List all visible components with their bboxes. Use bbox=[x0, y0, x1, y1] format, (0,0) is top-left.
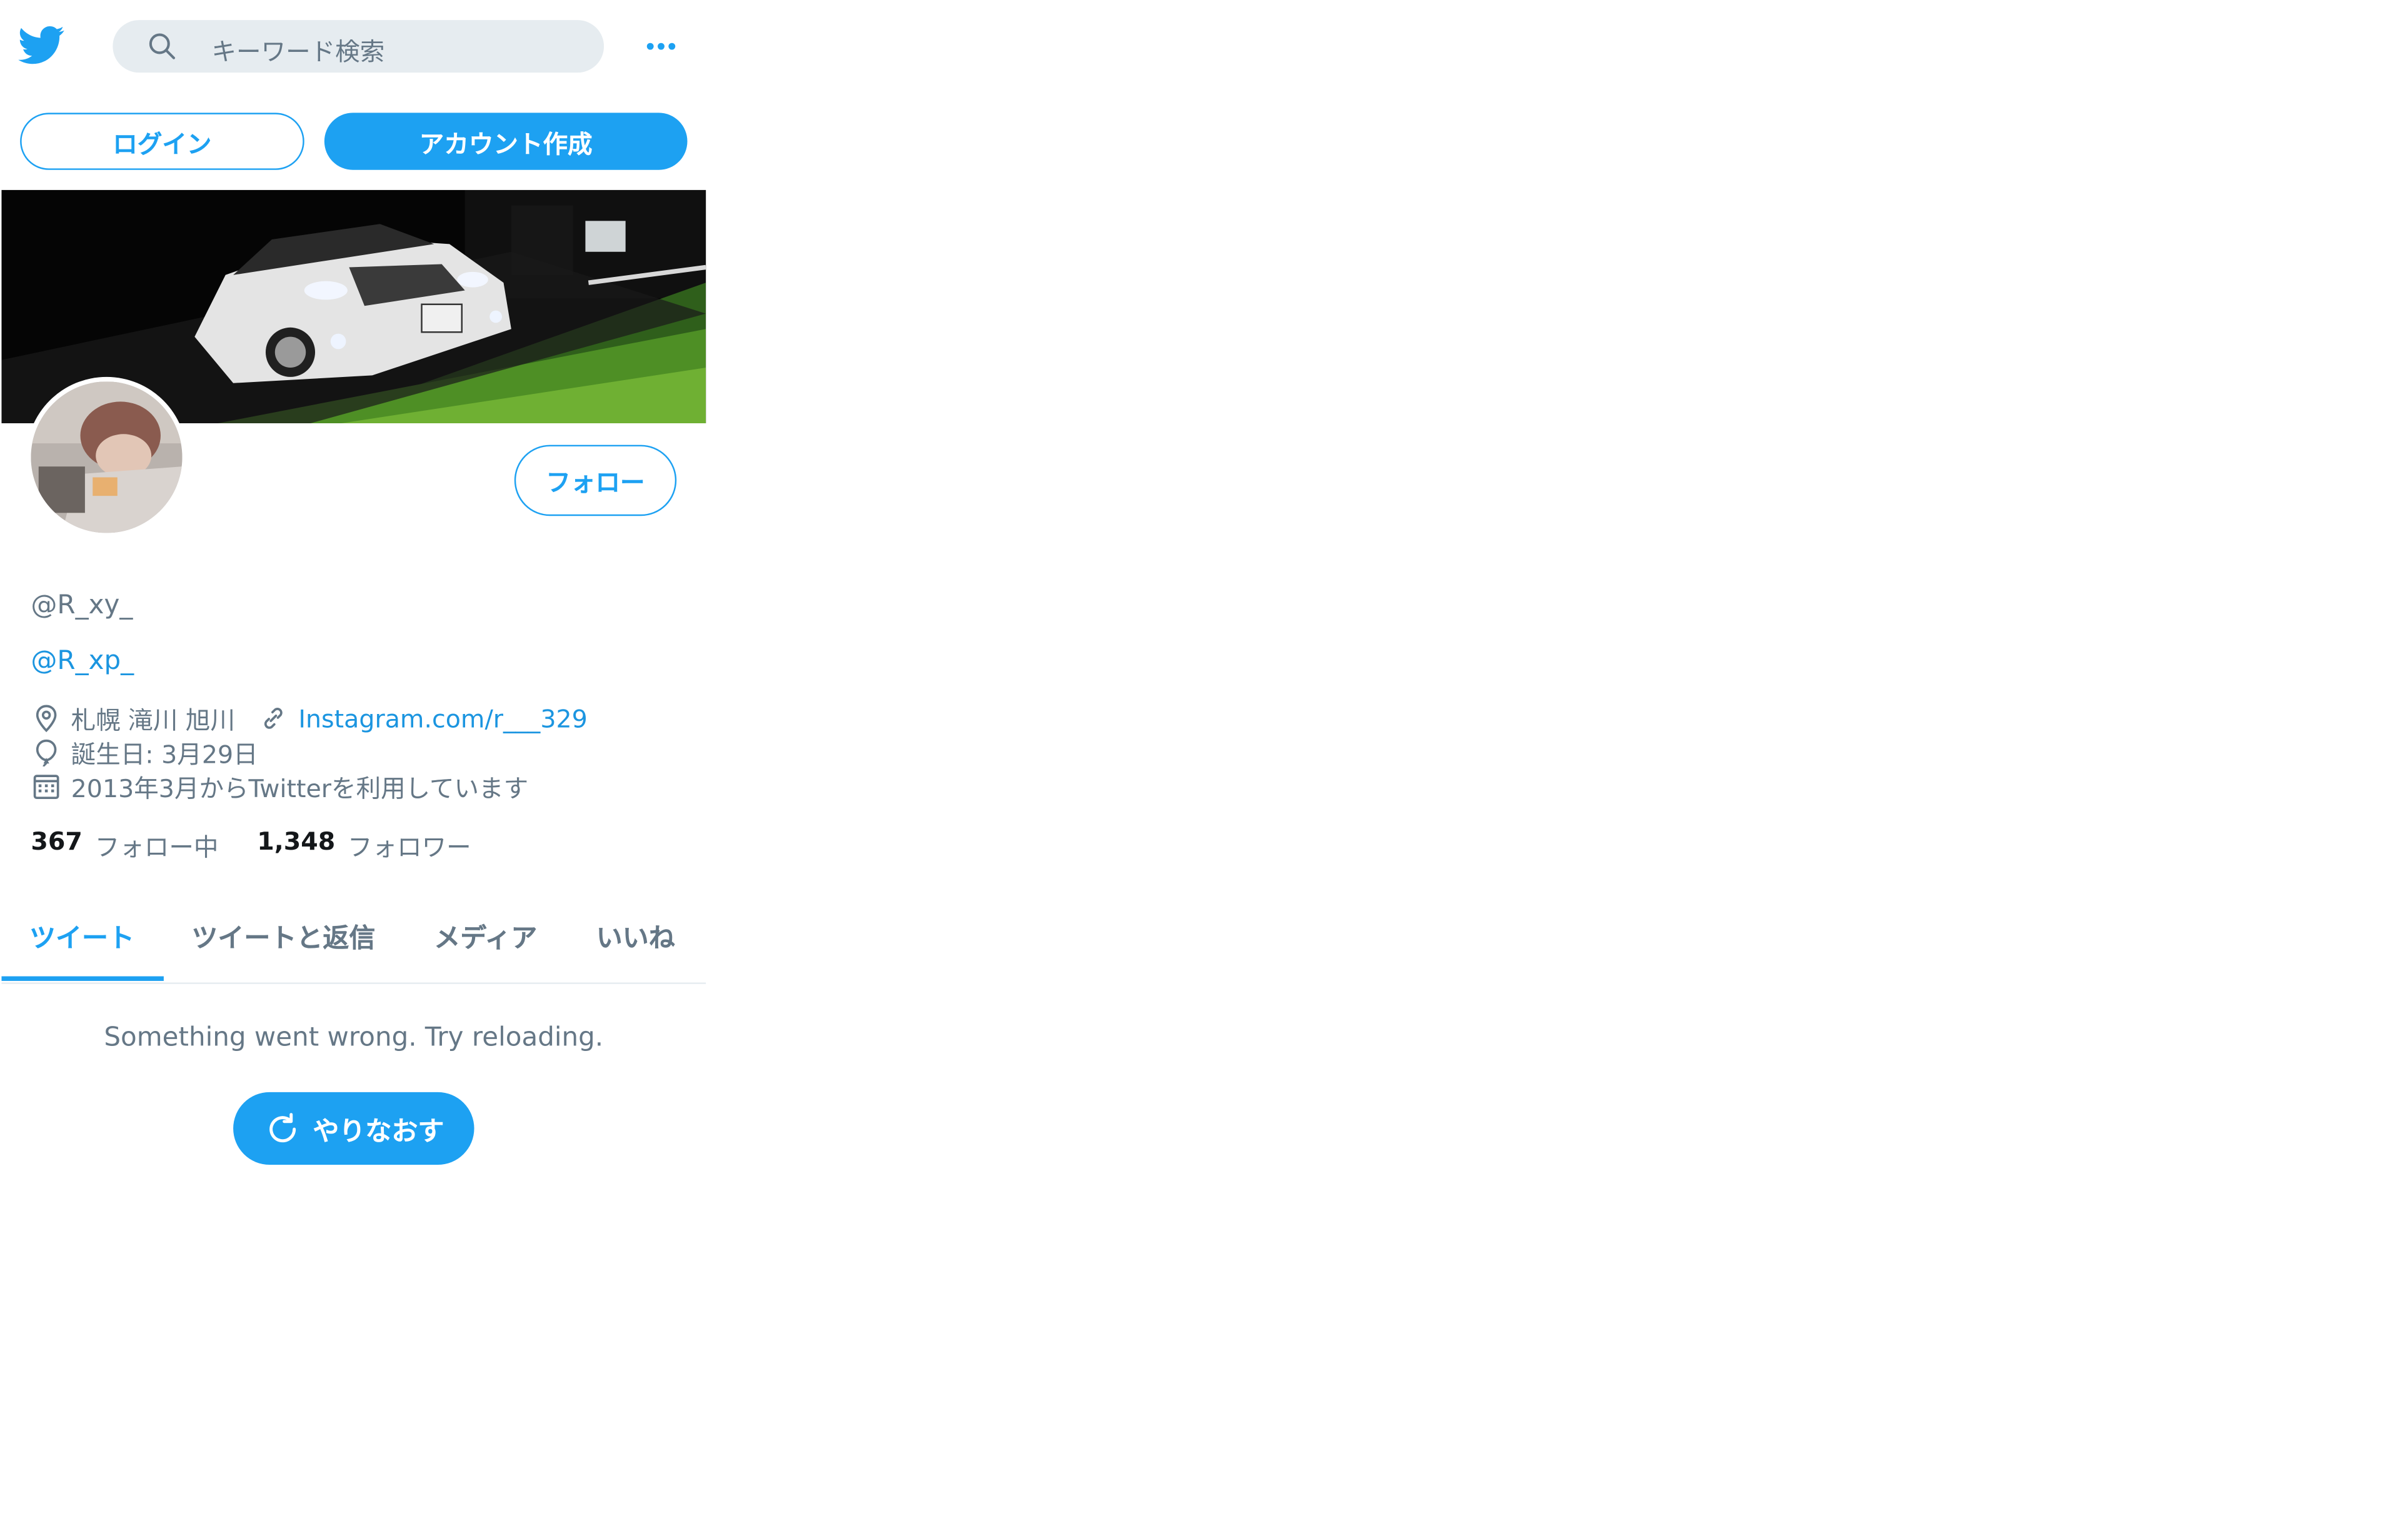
following-count: 367 bbox=[31, 826, 83, 856]
following-label: フォロー中 bbox=[94, 832, 219, 862]
tab-tweets[interactable]: ツイート bbox=[29, 916, 134, 955]
followers-count: 1,348 bbox=[257, 826, 336, 856]
bio-mention-link[interactable]: @R_xp_ bbox=[31, 646, 134, 676]
follow-stats: 367 フォロー中 1,348 フォロワー bbox=[31, 827, 509, 863]
tab-likes[interactable]: いいね bbox=[596, 916, 675, 955]
following-stat[interactable]: 367 フォロー中 bbox=[31, 827, 218, 863]
login-button[interactable]: ログイン bbox=[20, 113, 304, 170]
location-pin-icon bbox=[36, 705, 57, 733]
tab-tweets-and-replies[interactable]: ツイートと返信 bbox=[191, 916, 375, 955]
balloon-icon bbox=[36, 739, 57, 767]
calendar-icon bbox=[33, 775, 59, 800]
active-tab-indicator bbox=[1, 976, 164, 981]
profile-handle: @R_xy_ bbox=[31, 590, 133, 621]
more-dots-icon[interactable] bbox=[643, 28, 680, 64]
profile-birthday: 誕生日: 3月29日 bbox=[71, 740, 258, 770]
profile-location: 札幌 滝川 旭川 bbox=[71, 706, 236, 736]
error-message: Something went wrong. Try reloading. bbox=[104, 1022, 604, 1054]
avatar-image bbox=[31, 381, 183, 533]
twitter-logo-icon[interactable] bbox=[18, 22, 65, 68]
avatar[interactable] bbox=[26, 376, 187, 538]
followers-stat[interactable]: 1,348 フォロワー bbox=[257, 827, 471, 863]
refresh-icon bbox=[268, 1112, 295, 1142]
birthday-row: 誕生日: 3月29日 bbox=[31, 734, 258, 771]
link-icon bbox=[264, 708, 283, 729]
profile-tabs: ツイート ツイートと返信 メディア いいね bbox=[1, 888, 706, 984]
retry-label: やりなおす bbox=[313, 1117, 444, 1148]
follow-button[interactable]: フォロー bbox=[514, 445, 677, 516]
joined-row: 2013年3月からTwitterを利用しています bbox=[31, 768, 528, 805]
search-icon bbox=[149, 33, 176, 59]
tab-media[interactable]: メディア bbox=[434, 916, 537, 955]
location-and-url: 札幌 滝川 旭川 Instagram.com/r___329 bbox=[31, 700, 588, 736]
profile-url-link[interactable]: Instagram.com/r___329 bbox=[298, 703, 587, 733]
search-input[interactable]: キーワード検索 bbox=[211, 31, 384, 68]
profile-joined-date: 2013年3月からTwitterを利用しています bbox=[71, 773, 529, 803]
create-account-button[interactable]: アカウント作成 bbox=[324, 113, 688, 170]
followers-label: フォロワー bbox=[348, 832, 471, 862]
retry-button[interactable]: やりなおす bbox=[233, 1092, 474, 1165]
search-bar[interactable]: キーワード検索 bbox=[113, 20, 605, 73]
